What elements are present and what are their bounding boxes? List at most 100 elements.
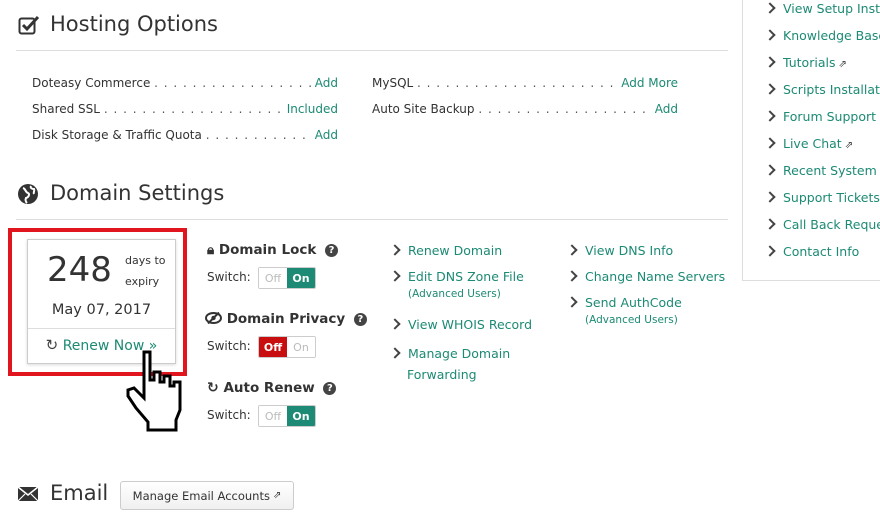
sidebar-item-recent-system-messages[interactable]: Recent System M (764, 163, 880, 178)
chevron-right-icon (764, 56, 776, 68)
add-commerce-link[interactable]: Add (311, 76, 338, 90)
domain-privacy-toggle[interactable]: Off On (258, 336, 316, 358)
auto-renew-toggle[interactable]: Off On (258, 405, 316, 427)
chevron-right-icon (566, 244, 578, 256)
help-icon[interactable]: ? (353, 313, 367, 326)
add-backup-link[interactable]: Add (651, 102, 678, 116)
domain-lock-heading: 🔒︎ Domain Lock ? (207, 242, 339, 258)
sidebar-item-live-chat[interactable]: Live Chat ⇗ (764, 136, 854, 151)
manage-email-label: Manage Email Accounts (132, 488, 270, 503)
send-authcode-link[interactable]: Send AuthCode (Advanced Users) (566, 295, 682, 326)
hosting-divider (16, 50, 728, 51)
sidebar-item-knowledge-base[interactable]: Knowledge Base (764, 28, 880, 43)
edit-dns-zone-link[interactable]: Edit DNS Zone File (Advanced Users) (389, 269, 524, 300)
toggle-off[interactable]: Off (259, 337, 287, 357)
hand-pointer-icon (124, 348, 190, 434)
sidebar-item-view-setup-instructions[interactable]: View Setup Instru (764, 1, 880, 16)
auto-renew-heading: ↻ Auto Renew ? (207, 380, 337, 396)
add-disk-quota-link[interactable]: Add (311, 128, 338, 142)
link-label: Edit DNS Zone File (408, 269, 524, 284)
hosting-row-mysql: MySQL . . . . . . . . . . . . . . . . . … (372, 76, 678, 90)
domain-lock-title: Domain Lock (218, 242, 317, 258)
renew-domain-link[interactable]: Renew Domain (389, 243, 502, 258)
link-label: Change Name Servers (585, 269, 726, 284)
sidebar-item-call-back-request[interactable]: Call Back Reques (764, 217, 880, 232)
domain-divider (16, 219, 728, 220)
row-label: Disk Storage & Traffic Quota (32, 128, 202, 142)
hosting-row-auto-site-backup: Auto Site Backup . . . . . . . . . . . .… (372, 102, 678, 116)
sidebar-item-label: Call Back Reques (783, 217, 880, 232)
domain-lock-switch-label: Switch: (207, 270, 251, 284)
row-label: MySQL (372, 76, 414, 90)
sidebar-item-label: Tutorials (783, 55, 836, 70)
manage-domain-forwarding-link[interactable]: Manage Domain Forwarding (389, 343, 511, 385)
chevron-right-icon (389, 244, 401, 256)
sidebar-item-label: Forum Support (783, 109, 877, 124)
email-title: Email (50, 481, 109, 505)
sidebar-item-label: Scripts Installatio (783, 82, 880, 97)
hosting-row-doteasy-commerce: Doteasy Commerce . . . . . . . . . . . .… (32, 76, 338, 90)
toggle-off[interactable]: Off (259, 268, 287, 288)
chevron-right-icon (764, 2, 776, 14)
toggle-on[interactable]: On (287, 337, 315, 357)
link-label: Send AuthCode (585, 295, 682, 310)
eye-slash-icon (205, 311, 227, 327)
row-label: Doteasy Commerce (32, 76, 151, 90)
days-remaining: 248 (47, 250, 112, 290)
view-dns-info-link[interactable]: View DNS Info (566, 243, 674, 258)
help-icon[interactable]: ? (325, 244, 339, 257)
chevron-right-icon (566, 270, 578, 282)
sidebar-item-label: View Setup Instru (783, 1, 880, 16)
chevron-right-icon (389, 270, 401, 282)
lock-icon: 🔒︎ (207, 242, 215, 258)
chevron-right-icon (764, 191, 776, 203)
expiry-card: 248 days to expiry May 07, 2017 ↻ Renew … (27, 239, 176, 364)
external-link-icon: ⇗ (838, 59, 847, 70)
view-whois-link[interactable]: View WHOIS Record (389, 317, 533, 332)
sidebar-item-scripts-installation[interactable]: Scripts Installatio (764, 82, 880, 97)
domain-privacy-switch-label: Switch: (207, 339, 251, 353)
change-name-servers-link[interactable]: Change Name Servers (566, 269, 726, 284)
manage-email-accounts-button[interactable]: Manage Email Accounts ⇗ (120, 481, 294, 510)
toggle-on[interactable]: On (287, 268, 315, 288)
link-label: View DNS Info (585, 243, 674, 258)
link-label: Manage Domain (408, 346, 511, 361)
auto-renew-title: Auto Renew (223, 380, 315, 396)
toggle-off[interactable]: Off (259, 406, 287, 426)
hosting-checkbox-icon (18, 14, 40, 36)
chevron-right-icon (764, 110, 776, 122)
sidebar-item-label: Contact Info (783, 244, 860, 259)
chevron-right-icon (389, 347, 401, 359)
external-link-icon: ⇗ (272, 490, 282, 501)
globe-icon (17, 183, 39, 205)
hosting-row-shared-ssl: Shared SSL . . . . . . . . . . . . . . .… (32, 102, 338, 116)
chevron-right-icon (764, 29, 776, 41)
chevron-right-icon (764, 164, 776, 176)
card-divider (28, 328, 175, 329)
hosting-row-disk-storage: Disk Storage & Traffic Quota . . . . . .… (32, 128, 338, 142)
expiry-label: expiry (125, 275, 160, 288)
row-dots: . . . . . . . . . . . . . . . . . . . . (154, 76, 338, 90)
hosting-options-title: Hosting Options (50, 12, 218, 36)
external-link-icon: ⇗ (844, 140, 854, 151)
row-label: Auto Site Backup (372, 102, 475, 116)
advanced-users-note: (Advanced Users) (408, 288, 501, 300)
link-label: View WHOIS Record (408, 317, 533, 332)
ssl-included-link[interactable]: Included (283, 102, 338, 116)
sidebar-item-support-tickets[interactable]: Support Tickets (764, 190, 880, 205)
expiry-date: May 07, 2017 (51, 302, 152, 318)
domain-privacy-heading: Domain Privacy ? (205, 311, 367, 327)
mysql-add-more-link[interactable]: Add More (618, 76, 678, 90)
domain-lock-toggle[interactable]: Off On (258, 267, 316, 289)
auto-renew-switch-label: Switch: (207, 408, 251, 422)
sidebar-item-tutorials[interactable]: Tutorials ⇗ (764, 55, 847, 70)
sidebar-item-contact-info[interactable]: Contact Info (764, 244, 860, 259)
domain-privacy-title: Domain Privacy (226, 311, 346, 327)
days-to-label: days to (125, 254, 166, 267)
chevron-right-icon (566, 296, 578, 308)
toggle-on[interactable]: On (287, 406, 315, 426)
sidebar-item-forum-support[interactable]: Forum Support⇗ (764, 109, 880, 124)
chevron-right-icon (389, 318, 401, 330)
help-icon[interactable]: ? (323, 382, 337, 395)
row-dots: . . . . . . . . . . . . . . . . . . . . … (478, 102, 678, 116)
